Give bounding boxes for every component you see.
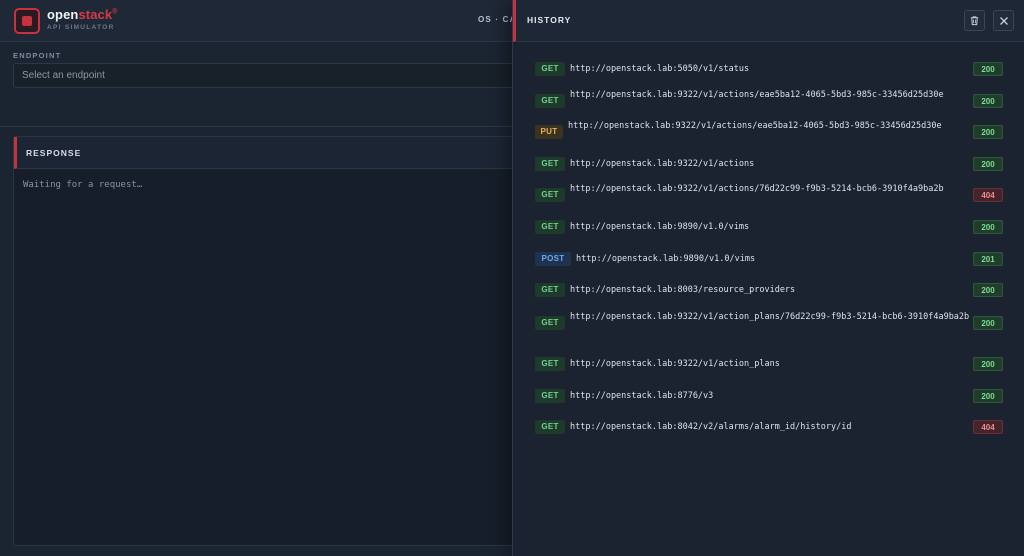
method-badge: PUT — [535, 125, 563, 139]
history-url: http://openstack.lab:9322/v1/actions/eae… — [568, 121, 942, 131]
close-history-button[interactable] — [993, 10, 1014, 31]
endpoint-select[interactable]: Select an endpoint — [13, 63, 533, 88]
response-body: Waiting for a request… — [23, 180, 143, 190]
method-badge: GET — [535, 357, 565, 371]
response-panel: RESPONSE Waiting for a request… — [13, 136, 533, 546]
history-url: http://openstack.lab:9322/v1/actions/eae… — [570, 90, 944, 100]
method-badge: GET — [535, 188, 565, 202]
history-header: HISTORY — [513, 0, 1024, 42]
brand-name: openstack® — [47, 7, 117, 22]
method-badge: GET — [535, 420, 565, 434]
history-url: http://openstack.lab:9322/v1/action_plan… — [570, 359, 780, 369]
top-nav-text: OS · CA — [478, 15, 517, 24]
history-url: http://openstack.lab:8776/v3 — [570, 391, 714, 401]
history-url: http://openstack.lab:9322/v1/action_plan… — [570, 312, 970, 322]
method-badge: GET — [535, 316, 565, 330]
history-url: http://openstack.lab:9322/v1/actions/76d… — [570, 184, 944, 194]
history-url: http://openstack.lab:9890/v1.0/vims — [570, 222, 750, 232]
sub-brand: API SIMULATOR — [47, 24, 115, 31]
clear-history-button[interactable] — [964, 10, 985, 31]
status-badge: 201 — [973, 252, 1003, 266]
brand-prefix: open — [47, 7, 79, 22]
history-title: HISTORY — [527, 15, 572, 25]
status-badge: 200 — [973, 94, 1003, 108]
openstack-logo-icon — [14, 8, 40, 34]
status-badge: 200 — [973, 316, 1003, 330]
history-url: http://openstack.lab:8042/v2/alarms/alar… — [570, 422, 852, 432]
method-badge: GET — [535, 220, 565, 234]
method-badge: GET — [535, 62, 565, 76]
method-badge: GET — [535, 94, 565, 108]
history-url: http://openstack.lab:9322/v1/actions — [570, 159, 755, 169]
history-panel: HISTORY GET http://openstack.lab:5050/v1/… — [512, 0, 1024, 556]
trash-icon — [970, 16, 979, 26]
method-badge: GET — [535, 389, 565, 403]
status-badge: 200 — [973, 220, 1003, 234]
method-badge: GET — [535, 283, 565, 297]
close-icon — [999, 16, 1008, 25]
response-header: RESPONSE — [14, 137, 532, 169]
status-badge: 200 — [973, 389, 1003, 403]
method-badge: GET — [535, 157, 565, 171]
status-badge: 200 — [973, 283, 1003, 297]
history-url: http://openstack.lab:5050/v1/status — [570, 64, 750, 74]
response-title: RESPONSE — [26, 148, 82, 158]
brand-mark: ® — [112, 8, 118, 16]
status-badge: 200 — [973, 125, 1003, 139]
history-url: http://openstack.lab:9890/v1.0/vims — [576, 254, 756, 264]
status-badge: 404 — [973, 188, 1003, 202]
status-badge: 200 — [973, 357, 1003, 371]
endpoint-label: ENDPOINT — [13, 51, 62, 60]
brand-accent: stack — [78, 7, 113, 22]
history-url: http://openstack.lab:8003/resource_provi… — [570, 285, 796, 295]
status-badge: 200 — [973, 157, 1003, 171]
status-badge: 200 — [973, 62, 1003, 76]
method-badge: POST — [535, 252, 571, 266]
status-badge: 404 — [973, 420, 1003, 434]
